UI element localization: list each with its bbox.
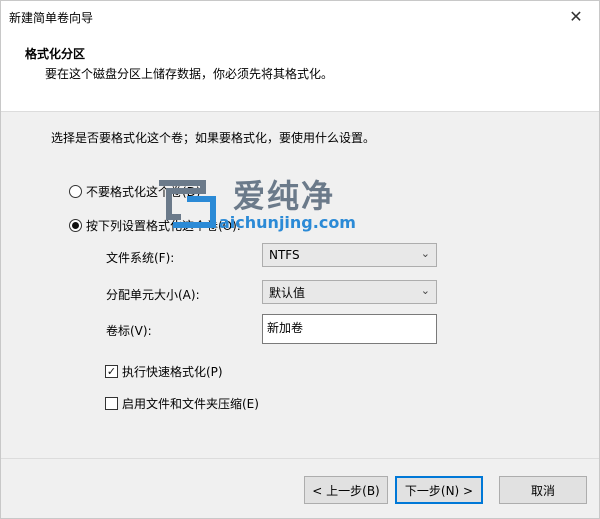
alloc-unit-select[interactable]: 默认值 ⌄ — [262, 280, 437, 304]
footer-divider — [1, 458, 599, 459]
cancel-button[interactable]: 取消 — [499, 476, 587, 504]
compression-checkbox[interactable]: 启用文件和文件夹压缩(E) — [105, 395, 259, 412]
radio-format[interactable]: 按下列设置格式化这个卷(O): — [69, 217, 241, 234]
compression-label: 启用文件和文件夹压缩(E) — [122, 397, 259, 411]
radio-no-format-circle[interactable] — [69, 185, 82, 198]
next-button[interactable]: 下一步(N) > — [395, 476, 483, 504]
wizard-header: 格式化分区 要在这个磁盘分区上储存数据，你必须先将其格式化。 — [1, 32, 599, 112]
quick-format-label: 执行快速格式化(P) — [122, 365, 223, 379]
close-button[interactable]: ✕ — [553, 1, 599, 32]
volume-label-input[interactable]: 新加卷 — [262, 314, 437, 344]
page-title: 格式化分区 — [25, 47, 86, 61]
volume-label-label: 卷标(V): — [106, 324, 152, 338]
filesystem-label: 文件系统(F): — [106, 251, 175, 265]
chevron-down-icon: ⌄ — [420, 284, 430, 297]
close-icon: ✕ — [569, 7, 583, 26]
back-button[interactable]: < 上一步(B) — [304, 476, 388, 504]
window-title: 新建简单卷向导 — [9, 11, 94, 25]
quick-format-checkbox[interactable]: ✓ 执行快速格式化(P) — [105, 363, 223, 380]
chevron-down-icon: ⌄ — [420, 247, 430, 260]
checkmark-icon[interactable]: ✓ — [105, 365, 118, 378]
filesystem-value: NTFS — [269, 248, 300, 262]
radio-format-label: 按下列设置格式化这个卷(O): — [86, 219, 241, 233]
title-bar: 新建简单卷向导 ✕ — [1, 1, 599, 32]
alloc-unit-label: 分配单元大小(A): — [106, 288, 200, 302]
watermark-title: 爱纯净 — [233, 177, 336, 215]
radio-no-format-label: 不要格式化这个卷(D) — [86, 185, 201, 199]
alloc-unit-value: 默认值 — [269, 285, 306, 300]
radio-no-format[interactable]: 不要格式化这个卷(D) — [69, 183, 201, 200]
filesystem-select[interactable]: NTFS ⌄ — [262, 243, 437, 267]
radio-format-circle[interactable] — [69, 219, 82, 232]
page-subtitle: 要在这个磁盘分区上储存数据，你必须先将其格式化。 — [45, 67, 334, 81]
wizard-window: 新建简单卷向导 ✕ 格式化分区 要在这个磁盘分区上储存数据，你必须先将其格式化。… — [0, 0, 600, 519]
format-prompt: 选择是否要格式化这个卷；如果要格式化，要使用什么设置。 — [51, 131, 376, 145]
compression-checkbox-box[interactable] — [105, 397, 118, 410]
